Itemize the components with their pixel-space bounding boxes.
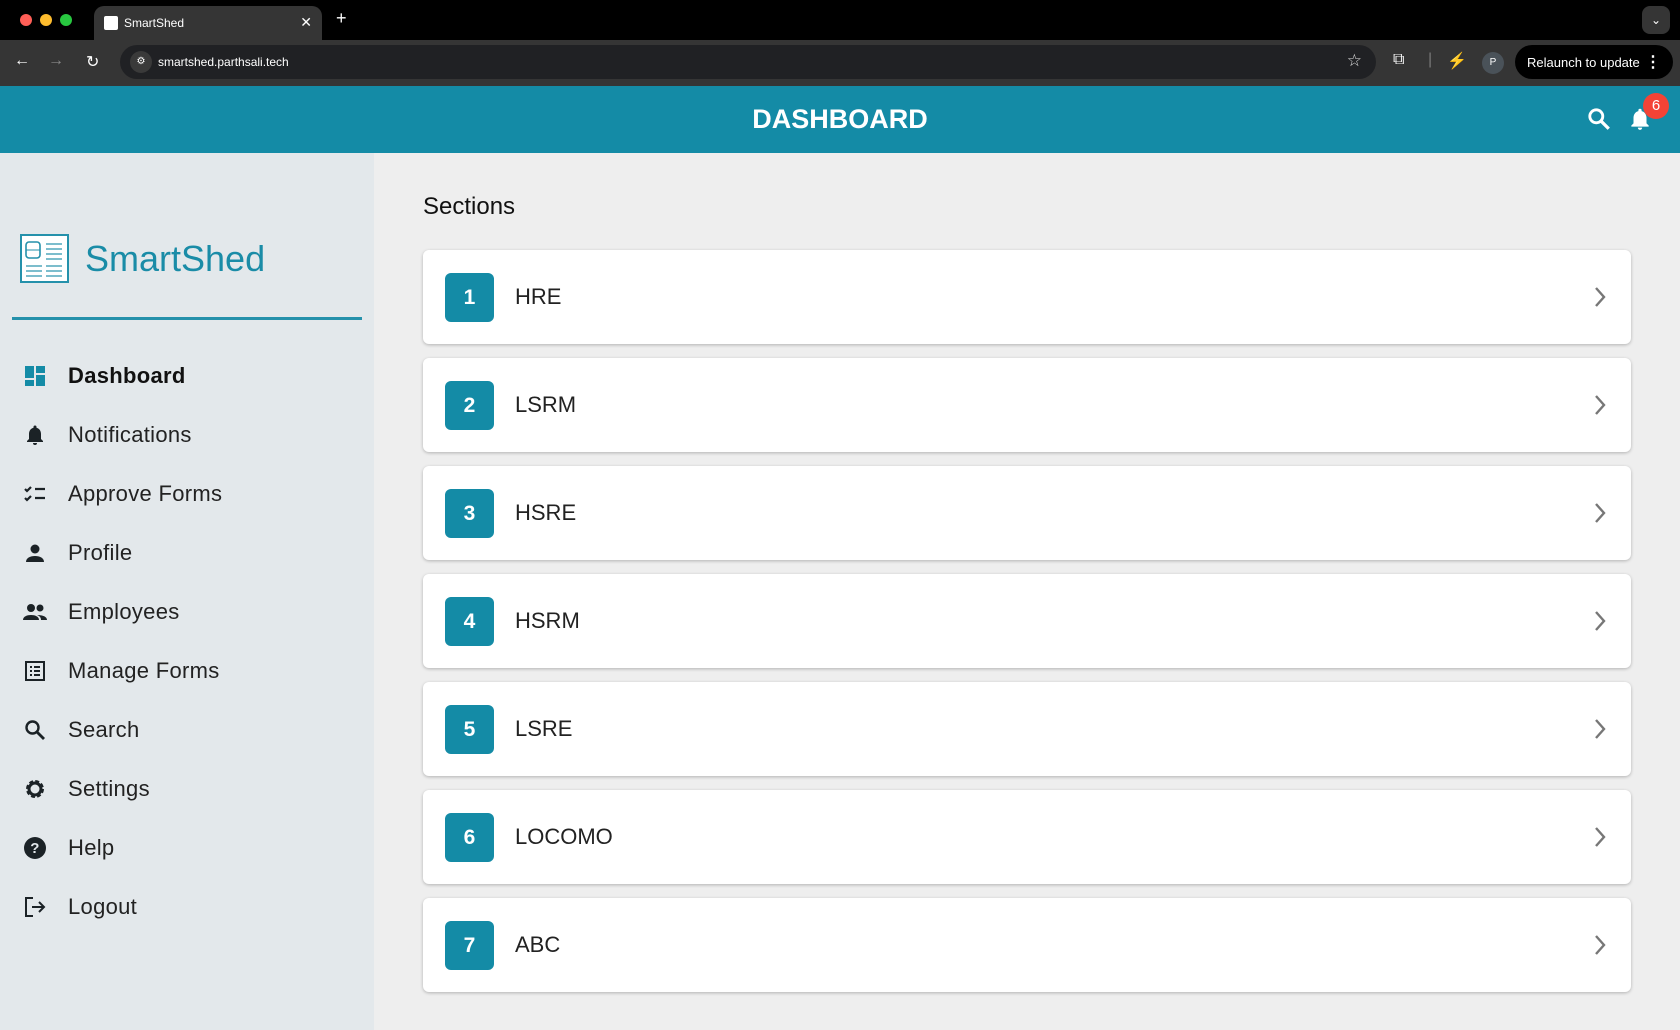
person-icon — [22, 540, 48, 566]
list-icon — [22, 658, 48, 684]
reload-icon[interactable]: ↻ — [86, 52, 99, 72]
sidebar-item-manage-forms[interactable]: Manage Forms — [0, 641, 374, 700]
page-title: DASHBOARD — [752, 104, 928, 134]
sidebar-item-dashboard[interactable]: Dashboard — [0, 346, 374, 405]
sidebar-item-search[interactable]: Search — [0, 700, 374, 759]
dashboard-icon — [22, 363, 48, 389]
section-label: LSRM — [515, 392, 577, 417]
sidebar-item-settings[interactable]: Settings — [0, 759, 374, 818]
sidebar-item-label: Approve Forms — [68, 480, 223, 506]
chevron-right-icon — [1595, 719, 1606, 739]
chevron-right-icon — [1595, 611, 1606, 631]
sections-list: 1 HRE 2 LSRM 3 HSRE 4 HSRM 5 LSRE 6 LOCOMO 7 ABC — [423, 250, 1631, 1006]
gear-icon — [22, 776, 48, 802]
section-label: HRE — [515, 284, 562, 309]
people-icon — [22, 599, 48, 625]
checklist-icon — [22, 481, 48, 507]
browser-tab-bar: SmartShed ✕ + ⌄ — [0, 0, 1680, 40]
section-card[interactable]: 5 LSRE — [423, 682, 1631, 776]
profile-avatar[interactable]: P — [1482, 52, 1504, 74]
chevron-right-icon — [1595, 935, 1606, 955]
section-label: HSRM — [515, 608, 580, 633]
sidebar-item-label: Help — [68, 834, 115, 860]
section-number: 5 — [445, 704, 494, 754]
browser-toolbar: ← → ↻ ⚙ smartshed.parthsali.tech ☆ ⧉ | ⚡ P… — [0, 40, 1680, 86]
sidebar-item-logout[interactable]: Logout — [0, 877, 374, 936]
tab-search-button[interactable]: ⌄ — [1642, 6, 1670, 34]
forward-icon[interactable]: → — [48, 52, 64, 70]
minimize-window-button[interactable] — [40, 14, 52, 26]
sidebar-item-label: Manage Forms — [68, 657, 220, 683]
chevron-right-icon — [1595, 827, 1606, 847]
more-menu-icon[interactable]: ⋮ — [1645, 52, 1661, 72]
logout-icon — [22, 894, 48, 920]
site-settings-icon[interactable]: ⚙ — [130, 51, 152, 73]
sidebar-item-employees[interactable]: Employees — [0, 582, 374, 641]
relaunch-button[interactable]: Relaunch to update ⋮ — [1515, 45, 1673, 79]
svg-text:?: ? — [30, 840, 39, 857]
sidebar-item-approve-forms[interactable]: Approve Forms — [0, 464, 374, 523]
chevron-right-icon — [1595, 395, 1606, 415]
section-number: 2 — [445, 380, 494, 430]
brand-name: SmartShed — [85, 238, 266, 279]
back-icon[interactable]: ← — [14, 52, 30, 70]
section-label: LOCOMO — [515, 824, 613, 849]
section-card[interactable]: 4 HSRM — [423, 574, 1631, 668]
window-controls[interactable] — [20, 14, 72, 26]
section-number: 1 — [445, 272, 494, 322]
section-label: HSRE — [515, 500, 577, 525]
favicon-icon — [104, 16, 118, 30]
search-icon[interactable] — [1586, 106, 1612, 132]
smartshed-logo — [20, 234, 69, 283]
sidebar-menu: Dashboard Notifications Approve Forms Profi… — [0, 346, 374, 936]
maximize-window-button[interactable] — [60, 14, 72, 26]
performance-icon[interactable]: ⚡ — [1447, 51, 1467, 71]
section-number: 6 — [445, 812, 494, 862]
close-tab-icon[interactable]: ✕ — [300, 14, 312, 31]
notification-badge: 6 — [1643, 93, 1669, 119]
url-text: smartshed.parthsali.tech — [158, 55, 289, 69]
section-card[interactable]: 2 LSRM — [423, 358, 1631, 452]
sidebar-item-profile[interactable]: Profile — [0, 523, 374, 582]
toolbar-divider: | — [1428, 51, 1433, 68]
address-bar[interactable]: ⚙ smartshed.parthsali.tech ☆ — [120, 45, 1376, 79]
sidebar-item-label: Logout — [68, 893, 138, 919]
sidebar-item-label: Search — [68, 716, 140, 742]
section-label: LSRE — [515, 716, 573, 741]
new-tab-button[interactable]: + — [336, 8, 347, 29]
help-icon: ? — [22, 835, 48, 861]
sections-title: Sections — [423, 193, 516, 220]
chevron-right-icon — [1595, 503, 1606, 523]
section-card[interactable]: 6 LOCOMO — [423, 790, 1631, 884]
sidebar-item-label: Employees — [68, 598, 180, 624]
browser-tab[interactable]: SmartShed ✕ — [94, 6, 322, 40]
section-card[interactable]: 3 HSRE — [423, 466, 1631, 560]
sidebar-item-label: Notifications — [68, 421, 192, 447]
sidebar-item-label: Profile — [68, 539, 133, 565]
section-number: 4 — [445, 596, 494, 646]
section-number: 7 — [445, 920, 494, 970]
sidebar-item-label: Dashboard — [68, 362, 186, 388]
bell-icon — [22, 422, 48, 448]
chevron-right-icon — [1595, 287, 1606, 307]
section-card[interactable]: 1 HRE — [423, 250, 1631, 344]
bookmark-star-icon[interactable]: ☆ — [1347, 51, 1362, 71]
sidebar-item-label: Settings — [68, 775, 150, 801]
relaunch-label: Relaunch to update — [1527, 54, 1640, 70]
close-window-button[interactable] — [20, 14, 32, 26]
search-icon — [22, 717, 48, 743]
tab-title: SmartShed — [124, 16, 185, 30]
section-card[interactable]: 7 ABC — [423, 898, 1631, 992]
sidebar-item-notifications[interactable]: Notifications — [0, 405, 374, 464]
app-header: DASHBOARD 6 — [0, 86, 1680, 153]
sidebar-item-help[interactable]: ? Help — [0, 818, 374, 877]
extensions-icon[interactable]: ⧉ — [1393, 51, 1404, 69]
sidebar-divider — [12, 317, 362, 320]
section-label: ABC — [515, 932, 561, 957]
section-number: 3 — [445, 488, 494, 538]
